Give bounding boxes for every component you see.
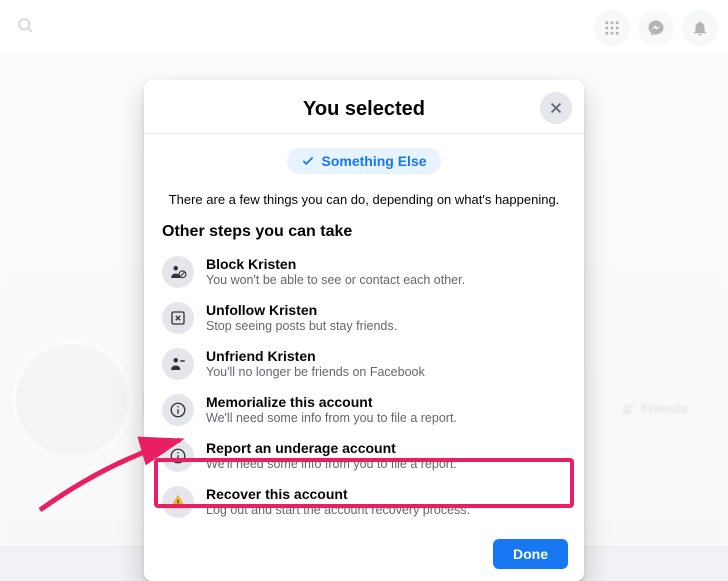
option-subtitle: Stop seeing posts but stay friends. [206, 319, 397, 333]
modal-footer: Done [144, 531, 584, 569]
option-unfollow[interactable]: Unfollow Kristen Stop seeing posts but s… [150, 295, 578, 341]
modal-header: You selected [144, 80, 584, 134]
close-icon [547, 99, 565, 117]
selection-chip[interactable]: Something Else [287, 148, 440, 174]
option-subtitle: We'll need some info from you to file a … [206, 457, 457, 471]
option-title: Unfollow Kristen [206, 302, 397, 318]
info-icon [162, 394, 194, 426]
option-underage[interactable]: Report an underage account We'll need so… [150, 433, 578, 479]
option-title: Block Kristen [206, 256, 465, 272]
option-subtitle: Log out and start the account recovery p… [206, 503, 470, 517]
option-title: Recover this account [206, 486, 470, 502]
option-subtitle: You won't be able to see or contact each… [206, 273, 465, 287]
report-modal: You selected Something Else There are a … [144, 80, 584, 581]
option-block[interactable]: Block Kristen You won't be able to see o… [150, 249, 578, 295]
option-title: Unfriend Kristen [206, 348, 425, 364]
done-button[interactable]: Done [493, 539, 568, 569]
warning-icon [162, 486, 194, 518]
option-title: Memorialize this account [206, 394, 457, 410]
person-minus-icon [162, 348, 194, 380]
option-list: Block Kristen You won't be able to see o… [144, 249, 584, 525]
info-icon [162, 440, 194, 472]
person-block-icon [162, 256, 194, 288]
close-button[interactable] [540, 92, 572, 124]
chip-label: Something Else [321, 153, 426, 169]
feed-x-icon [162, 302, 194, 334]
check-icon [301, 154, 315, 168]
option-subtitle: We'll need some info from you to file a … [206, 411, 457, 425]
option-recover[interactable]: Recover this account Log out and start t… [150, 479, 578, 525]
option-unfriend[interactable]: Unfriend Kristen You'll no longer be fri… [150, 341, 578, 387]
helper-text: There are a few things you can do, depen… [162, 192, 566, 207]
modal-title: You selected [160, 98, 568, 121]
option-subtitle: You'll no longer be friends on Facebook [206, 365, 425, 379]
option-title: Report an underage account [206, 440, 457, 456]
section-title: Other steps you can take [144, 223, 584, 249]
option-memorialize[interactable]: Memorialize this account We'll need some… [150, 387, 578, 433]
